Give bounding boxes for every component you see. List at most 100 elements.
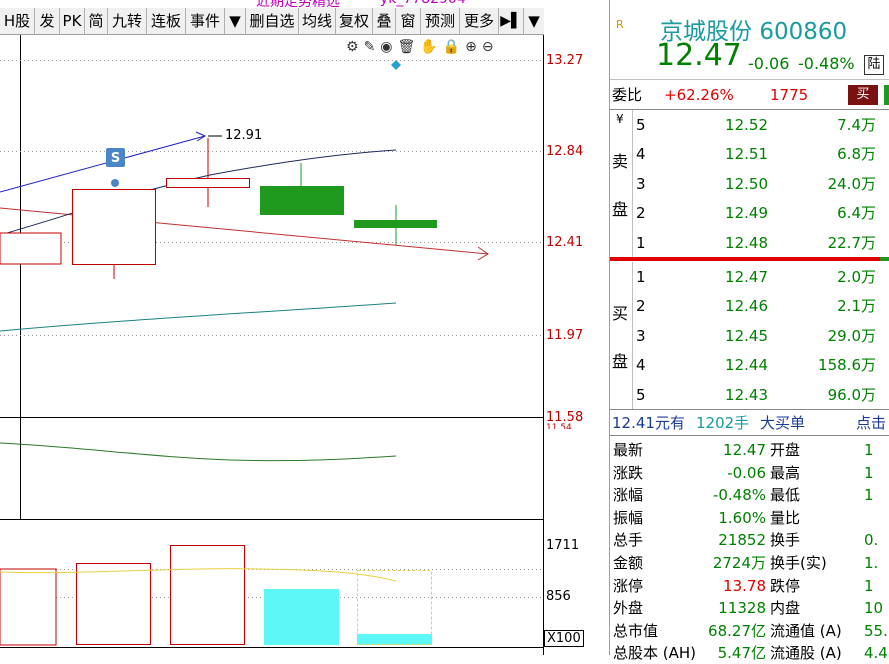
indicator-line bbox=[0, 442, 397, 462]
quote-row: 总股本 (AH) 5.47亿 流通股 (A) 4.4 bbox=[610, 642, 889, 664]
tab-events[interactable]: 事件 bbox=[186, 8, 225, 34]
sell-button[interactable] bbox=[884, 85, 889, 105]
spread-bar-green bbox=[880, 257, 889, 261]
volume-tick: 1711 bbox=[546, 538, 580, 553]
weibi-diff: 1775 bbox=[770, 86, 809, 104]
quote-value: 5.47亿 bbox=[717, 644, 766, 663]
dropdown-icon[interactable]: ▼ bbox=[524, 8, 544, 34]
buy-order-row[interactable]: 2 12.46 2.1万 bbox=[610, 295, 889, 317]
sell-order-row[interactable]: 4 12.51 6.8万 bbox=[610, 143, 889, 165]
gear-icon[interactable]: ⚙ bbox=[346, 39, 359, 59]
price-change: -0.06 bbox=[748, 54, 790, 73]
exchange-badge[interactable]: 陆 bbox=[864, 55, 884, 75]
quote-value: 2724万 bbox=[712, 554, 766, 572]
sell-order-row[interactable]: 1 12.48 22.7万 bbox=[610, 232, 889, 254]
quote-key: 开盘 bbox=[770, 441, 801, 459]
quote-value: -0.06 bbox=[727, 463, 766, 482]
sell-order-row[interactable]: 2 12.49 6.4万 bbox=[610, 202, 889, 224]
candle-down bbox=[354, 220, 437, 228]
buy-order-row[interactable]: 5 12.43 96.0万 bbox=[610, 384, 889, 406]
tab-pk[interactable]: PK bbox=[60, 8, 85, 34]
order-level: 2 bbox=[636, 204, 646, 223]
order-volume: 6.8万 bbox=[837, 145, 876, 164]
quote-value: 1. bbox=[864, 554, 879, 572]
remove-watchlist-button[interactable]: 删自选 bbox=[246, 8, 299, 34]
pen-icon[interactable]: ✎ bbox=[364, 39, 376, 59]
chart-toolbar: H股 发 PK 简 九转 连板 事件 ▼ 删自选 均线 复权 叠 窗 预测 更多… bbox=[0, 8, 544, 35]
order-price: 12.49 bbox=[725, 204, 768, 223]
window-button[interactable]: 窗 bbox=[396, 8, 421, 34]
sell-order-row[interactable]: 5 12.52 7.4万 bbox=[610, 114, 889, 136]
tab-jiuzhuan[interactable]: 九转 bbox=[108, 8, 147, 34]
diamond-marker bbox=[391, 60, 401, 70]
order-volume: 2.0万 bbox=[837, 268, 876, 286]
order-volume: 6.4万 bbox=[837, 204, 876, 223]
arrow-to-end-icon[interactable]: ▶▌ bbox=[499, 8, 524, 34]
order-volume: 22.7万 bbox=[827, 233, 876, 252]
quote-key: 跌停 bbox=[770, 576, 801, 595]
ma-button[interactable]: 均线 bbox=[299, 8, 336, 34]
order-price: 12.51 bbox=[725, 145, 768, 164]
quote-key: 最低 bbox=[770, 486, 801, 505]
zoom-out-icon[interactable]: ⊖ bbox=[482, 39, 494, 59]
volume-unit: X100 bbox=[544, 630, 584, 647]
ma-line-teal bbox=[0, 302, 397, 332]
lock-icon[interactable]: 🔒 bbox=[443, 39, 460, 59]
quote-key: 最高 bbox=[770, 463, 801, 482]
buy-button[interactable]: 买 bbox=[848, 85, 878, 105]
buy-order-row[interactable]: 4 12.44 158.6万 bbox=[610, 354, 889, 376]
signal-dot bbox=[111, 179, 119, 187]
quote-key: 涨幅 bbox=[613, 486, 644, 505]
order-price: 12.50 bbox=[725, 174, 768, 193]
trend-arrowhead-blue bbox=[195, 131, 207, 142]
volume-bar-down bbox=[264, 589, 339, 645]
weibi-value: +62.26% bbox=[664, 86, 734, 104]
quote-key: 涨停 bbox=[613, 576, 644, 595]
quote-value: 55.1 bbox=[864, 621, 889, 640]
quote-value: -0.48% bbox=[712, 486, 766, 505]
adjust-button[interactable]: 复权 bbox=[336, 8, 373, 34]
quote-row: 最新 12.47 开盘 1 bbox=[610, 439, 889, 461]
order-volume: 158.6万 bbox=[818, 356, 876, 375]
zoom-in-icon[interactable]: ⊕ bbox=[465, 39, 477, 59]
divider bbox=[610, 435, 889, 436]
more-button[interactable]: 更多 bbox=[460, 8, 499, 34]
candle-up bbox=[166, 178, 250, 188]
big-order-price: 12.41元有 bbox=[612, 414, 685, 432]
big-order-row[interactable]: 12.41元有 1202手 大买单 点击 bbox=[610, 411, 889, 435]
quote-key: 换手 bbox=[770, 531, 801, 550]
order-level: 5 bbox=[636, 116, 646, 134]
quote-value: 68.27亿 bbox=[708, 621, 766, 640]
quote-value: 1 bbox=[864, 486, 874, 505]
overlay-button[interactable]: 叠 bbox=[373, 8, 396, 34]
stock-code: 600860 bbox=[759, 19, 848, 45]
signal-badge[interactable]: S bbox=[106, 149, 125, 168]
trash-icon[interactable]: 🗑 bbox=[398, 39, 416, 59]
eye-icon[interactable]: ◉ bbox=[380, 39, 392, 59]
order-level: 5 bbox=[636, 385, 646, 404]
quote-value: 1 bbox=[864, 441, 874, 459]
quote-panel: R 京城股份 600860 12.47 -0.06 -0.48% 陆 委比 +6… bbox=[609, 0, 889, 662]
quote-key: 总股本 (AH) bbox=[613, 644, 697, 663]
quote-key: 量比 bbox=[770, 508, 801, 527]
quote-value: 1 bbox=[864, 576, 874, 595]
kline-svg bbox=[0, 35, 544, 655]
tab-hk-shares[interactable]: H股 bbox=[0, 8, 35, 34]
sell-order-row[interactable]: 3 12.50 24.0万 bbox=[610, 173, 889, 195]
kline-chart[interactable]: S 12.91 ⚙ ✎ ◉ 🗑 ✋ 🔒 ⊕ ⊖ 13.27 12.84 12.4… bbox=[0, 35, 584, 655]
quote-key: 振幅 bbox=[613, 508, 644, 527]
tab-lianban[interactable]: 连板 bbox=[147, 8, 186, 34]
predict-button[interactable]: 预测 bbox=[421, 8, 460, 34]
order-price: 12.52 bbox=[725, 116, 768, 134]
dropdown-icon[interactable]: ▼ bbox=[225, 8, 246, 34]
big-order-action[interactable]: 点击 bbox=[856, 411, 886, 435]
price-tick: 11.97 bbox=[546, 328, 584, 343]
buy-order-row[interactable]: 1 12.47 2.0万 bbox=[610, 266, 889, 288]
quote-value: 12.47 bbox=[723, 441, 766, 459]
tab-fa[interactable]: 发 bbox=[35, 8, 60, 34]
tab-simple[interactable]: 简 bbox=[85, 8, 108, 34]
order-level: 4 bbox=[636, 356, 646, 375]
buy-order-row[interactable]: 3 12.45 29.0万 bbox=[610, 325, 889, 347]
volume-bar-up bbox=[170, 545, 245, 645]
hand-icon[interactable]: ✋ bbox=[420, 39, 437, 59]
